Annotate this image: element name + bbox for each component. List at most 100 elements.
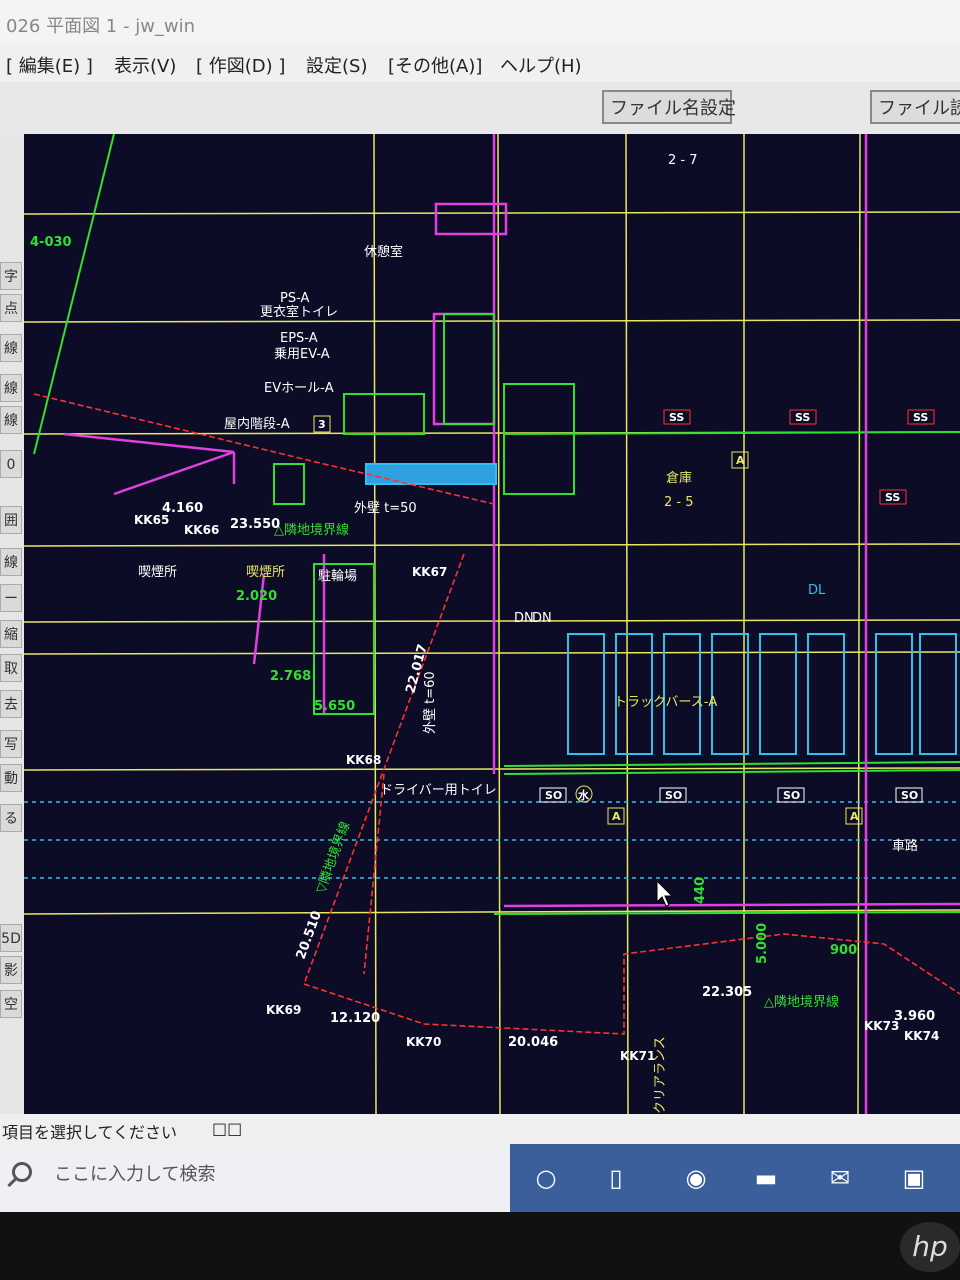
label-lounge: 休憩室 <box>364 244 403 260</box>
drawing-canvas[interactable]: 喫煙所 喫煙所 駐輪場 外壁 t=50 外壁 t=60 △隣地境界線 △隣地境界… <box>24 134 960 1114</box>
status-message: 項目を選択してください <box>2 1123 178 1142</box>
taskbar-icons: ○ ▯ ◉ ▬ ✉ ▣ <box>510 1144 960 1212</box>
tag-so: SO <box>659 787 687 803</box>
window-title: 026 平面図 1 - jw_win <box>6 16 196 37</box>
dim-20510: 20.510 <box>294 909 325 961</box>
svg-text:水: 水 <box>578 788 590 802</box>
svg-text:SO: SO <box>783 789 800 802</box>
svg-text:3: 3 <box>318 418 326 431</box>
file-read-button[interactable]: ファイル読 <box>870 90 960 124</box>
tag-so: SO <box>539 787 567 803</box>
status-indicator: □□ <box>212 1119 243 1138</box>
svg-text:SO: SO <box>545 789 562 802</box>
svg-text:SO: SO <box>901 789 918 802</box>
left-tool-panel: 字 点 線 線 線 0 囲 線 ー 縮 取 去 写 動 る 5D 影 空 <box>0 134 24 1114</box>
label-ps: PS-A <box>280 291 309 306</box>
store-icon[interactable]: ▣ <box>894 1158 934 1198</box>
cortana-icon[interactable]: ○ <box>526 1158 566 1198</box>
label-truck-berth: トラックバース-A <box>614 695 717 710</box>
menu-other[interactable]: [その他(A)] <box>388 52 482 78</box>
label-smoking-area: 喫煙所 <box>138 565 177 580</box>
dimension-labels: 4.160 23.550 2.020 2.768 5.650 22.017 20… <box>30 235 935 1050</box>
taskbar: ここに入力して検索 ○ ▯ ◉ ▬ ✉ ▣ <box>0 1144 960 1212</box>
file-name-setting-button[interactable]: ファイル名設定 <box>602 90 736 124</box>
menu-edit[interactable]: [ 編集(E) ] <box>6 52 93 78</box>
search-icon <box>12 1162 32 1182</box>
menu-view[interactable]: 表示(V) <box>114 52 176 78</box>
dim-5650: 5.650 <box>314 699 355 714</box>
tag-ss: SS <box>663 409 691 425</box>
tool-button[interactable]: 縮 <box>0 620 22 648</box>
label-boundary-2: △隣地境界線 <box>764 994 839 1010</box>
taskbar-search[interactable]: ここに入力して検索 <box>0 1144 510 1212</box>
tool-button[interactable]: ー <box>0 584 22 612</box>
menu-help[interactable]: ヘルプ(H) <box>500 52 582 78</box>
tool-button[interactable]: 字 <box>0 262 22 290</box>
tag-ss: SS <box>789 409 817 425</box>
label-warehouse: 倉庫 <box>666 471 692 486</box>
svg-text:A: A <box>612 810 621 823</box>
menu-draw[interactable]: [ 作図(D) ] <box>196 52 285 78</box>
hp-logo-icon: hp <box>900 1222 960 1272</box>
truck-berths <box>365 463 957 755</box>
point-kk67: KK67 <box>412 565 447 579</box>
svg-text:A: A <box>850 810 859 823</box>
point-kk70: KK70 <box>406 1035 441 1049</box>
dim-20046: 20.046 <box>508 1035 558 1050</box>
cyan-dashed-lines <box>24 801 960 879</box>
dim-3960: 3.960 <box>894 1009 935 1024</box>
cad-drawing: 喫煙所 喫煙所 駐輪場 外壁 t=50 外壁 t=60 △隣地境界線 △隣地境界… <box>24 134 960 1114</box>
status-bar: 項目を選択してください □□ <box>0 1114 960 1144</box>
tool-button[interactable]: 取 <box>0 654 22 682</box>
tag-a: A <box>731 451 749 469</box>
tool-button[interactable]: 5D <box>0 924 22 952</box>
menu-settings[interactable]: 設定(S) <box>306 52 367 78</box>
point-kk68: KK68 <box>346 753 381 767</box>
mail-icon[interactable]: ✉ <box>820 1158 860 1198</box>
label-boundary-1: △隣地境界線 <box>274 522 349 538</box>
tool-button[interactable]: 線 <box>0 334 22 362</box>
dim-4030: 4-030 <box>30 235 72 250</box>
svg-text:A: A <box>736 454 745 467</box>
label-eps: EPS-A <box>280 331 318 346</box>
tool-button[interactable]: る <box>0 804 22 832</box>
tool-button[interactable]: 空 <box>0 990 22 1018</box>
label-toilet: 更衣室トイレ <box>260 304 338 320</box>
svg-text:SS: SS <box>885 491 900 504</box>
tag-ss: SS <box>907 409 935 425</box>
label-ev-hall: EVホール-A <box>264 381 334 396</box>
label-outer-wall-50: 外壁 t=50 <box>354 501 417 516</box>
tool-button[interactable]: 影 <box>0 956 22 984</box>
label-indoor-stairs: 屋内階段-A <box>224 416 290 432</box>
svg-text:SS: SS <box>669 411 684 424</box>
tool-button[interactable]: 点 <box>0 294 22 322</box>
title-bar: 026 平面図 1 - jw_win <box>0 0 960 42</box>
tool-button[interactable]: 0 <box>0 450 22 478</box>
svg-text:SS: SS <box>913 411 928 424</box>
point-kk65: KK65 <box>134 513 169 527</box>
file-explorer-icon[interactable]: ▬ <box>746 1158 786 1198</box>
tag-water: 水 <box>575 785 593 803</box>
dim-440: 440 <box>693 877 708 904</box>
label-clearance: クリアランス <box>653 1036 668 1114</box>
tool-button[interactable]: 線 <box>0 406 22 434</box>
svg-text:SS: SS <box>795 411 810 424</box>
tool-button[interactable]: 線 <box>0 548 22 576</box>
tool-button[interactable]: 去 <box>0 690 22 718</box>
tool-button[interactable]: 写 <box>0 730 22 758</box>
task-view-icon[interactable]: ▯ <box>596 1158 636 1198</box>
label-bike-parking: 駐輪場 <box>318 568 357 584</box>
dim-5000: 5.000 <box>755 923 770 964</box>
edge-icon[interactable]: ◉ <box>676 1158 716 1198</box>
tool-button[interactable]: 囲 <box>0 506 22 534</box>
tool-button[interactable]: 線 <box>0 374 22 402</box>
green-lines <box>33 134 960 915</box>
label-dn-1: DN <box>514 611 534 626</box>
menu-bar: [ 編集(E) ] 表示(V) [ 作図(D) ] 設定(S) [その他(A)]… <box>0 42 960 82</box>
point-kk74: KK74 <box>904 1029 939 1043</box>
tool-button[interactable]: 動 <box>0 764 22 792</box>
label-room-no-top: 2 - 7 <box>668 153 698 168</box>
toolbar: ファイル名設定 ファイル読 <box>0 82 960 134</box>
boundary-lines <box>33 393 960 1035</box>
point-kk73: KK73 <box>864 1019 899 1033</box>
